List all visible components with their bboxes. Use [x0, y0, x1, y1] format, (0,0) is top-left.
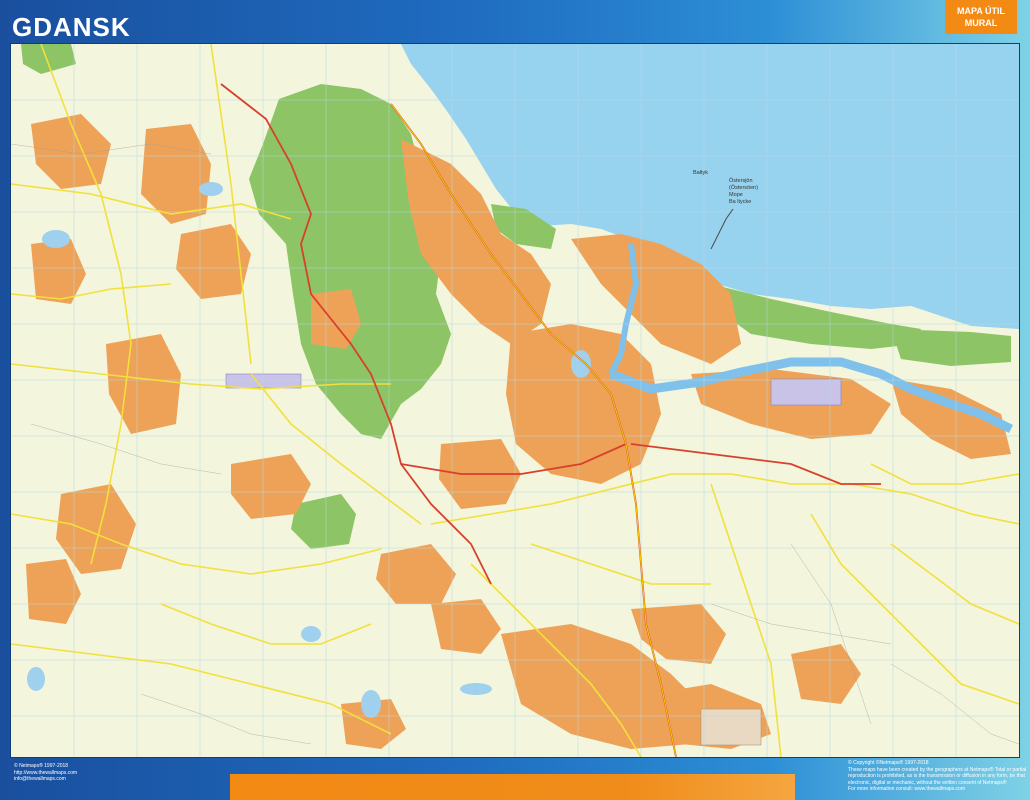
lake-4 — [460, 683, 492, 695]
legal-line: reproduction is prohibited, as is the tr… — [848, 773, 1025, 779]
sea-label-5: Ba ltycke — [729, 199, 751, 205]
airport-gdansk — [225, 373, 302, 389]
badge-line-2: MURAL — [964, 18, 998, 28]
lake-6 — [27, 667, 45, 691]
brand-badge: MAPA ÚTIL MURAL — [945, 0, 1017, 34]
footer-copyright: © Netmaps® 1997-2018 http://www.thewallm… — [14, 763, 214, 783]
badge-line-1: MAPA ÚTIL — [957, 6, 1005, 16]
lake-5 — [301, 626, 321, 642]
lake-2 — [199, 182, 223, 196]
sea-label-3: (Östersöen) — [729, 184, 758, 191]
map-poster: GDANSK MAPA ÚTIL MURAL Bałtyk Östersjön … — [0, 0, 1030, 800]
lake-1 — [42, 230, 70, 248]
airport-south — [700, 708, 762, 746]
lake-3 — [361, 690, 381, 718]
sea-label-2: Östersjön — [729, 177, 753, 184]
map-area[interactable]: Bałtyk Östersjön (Östersöen) Морe Ba lty… — [10, 43, 1020, 758]
map-canvas[interactable]: Bałtyk Östersjön (Östersöen) Морe Ba lty… — [11, 44, 1019, 757]
sea-label-4: Морe — [729, 192, 743, 198]
legal-line: For more information consult: www.thewal… — [848, 786, 965, 792]
footer-line[interactable]: info@thewallmaps.com — [14, 776, 214, 783]
footer-legal: © Copyright ©Netmaps® 1997-2018 These ma… — [848, 760, 1026, 793]
sea-label-1: Bałtyk — [693, 170, 708, 176]
airport-east — [770, 378, 842, 406]
footer-accent-bar — [230, 774, 795, 800]
map-title: GDANSK — [12, 12, 131, 42]
